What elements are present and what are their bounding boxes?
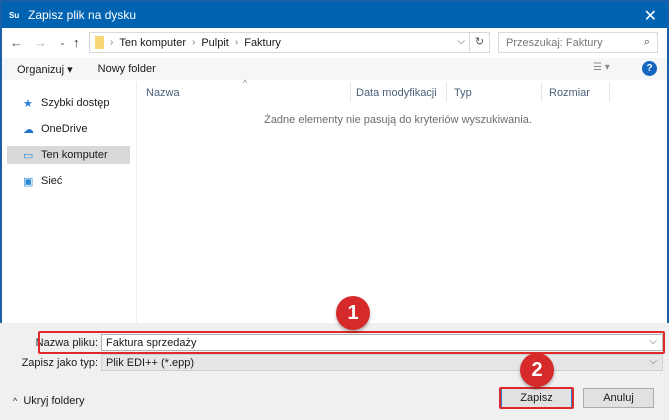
- sidebar-item-network[interactable]: ▣ Sieć: [7, 172, 130, 190]
- folder-icon: [95, 36, 104, 49]
- new-folder-button[interactable]: Nowy folder: [98, 63, 156, 75]
- chevron-up-icon: ^: [13, 396, 18, 406]
- breadcrumb-item[interactable]: Faktury: [244, 37, 281, 49]
- help-icon[interactable]: ?: [642, 61, 657, 76]
- sidebar-item-label: Sieć: [41, 175, 63, 187]
- sort-up-icon: ^: [243, 78, 248, 88]
- network-icon: ▣: [23, 175, 34, 188]
- chevron-down-icon[interactable]: ⌵: [649, 356, 657, 367]
- close-icon[interactable]: ✕: [644, 6, 657, 26]
- column-type[interactable]: Typ: [454, 87, 472, 99]
- sidebar-item-quick-access[interactable]: ★ Szybki dostęp: [7, 94, 130, 112]
- address-bar[interactable]: › Ten komputer › Pulpit › Faktury ⌵ ↻: [89, 32, 490, 53]
- annotation-badge-2: 2: [520, 353, 554, 387]
- file-type-select[interactable]: Plik EDI++ (*.epp) ⌵: [101, 354, 663, 371]
- hide-folders-label: Ukryj foldery: [23, 395, 85, 407]
- empty-message: Żadne elementy nie pasują do kryteriów w…: [264, 114, 532, 126]
- column-headers: Nazwa ^ Data modyfikacji Typ Rozmiar: [138, 78, 665, 104]
- column-date[interactable]: Data modyfikacji: [356, 87, 437, 99]
- annotation-badge-1: 1: [336, 296, 370, 330]
- sidebar-item-label: OneDrive: [41, 123, 88, 135]
- app-logo: Su: [9, 10, 20, 20]
- computer-icon: ▭: [23, 149, 34, 162]
- breadcrumb-item[interactable]: Ten komputer: [119, 37, 186, 49]
- star-icon: ★: [23, 97, 33, 110]
- forward-icon[interactable]: →: [34, 35, 47, 50]
- search-input[interactable]: Przeszukaj: Faktury ⌕: [498, 32, 658, 53]
- cloud-icon: ☁: [23, 123, 34, 136]
- sidebar-item-this-pc[interactable]: ▭ Ten komputer: [7, 146, 130, 164]
- back-icon[interactable]: ←: [10, 35, 23, 50]
- sidebar: ★ Szybki dostęp ☁ OneDrive ▭ Ten komputer ▣…: [2, 82, 137, 325]
- window-title: Zapisz plik na dysku: [28, 8, 137, 22]
- highlight-filename: [38, 331, 665, 354]
- sidebar-item-label: Szybki dostęp: [41, 97, 110, 109]
- refresh-icon[interactable]: ↻: [469, 33, 489, 52]
- sidebar-item-onedrive[interactable]: ☁ OneDrive: [7, 120, 130, 138]
- sidebar-item-label: Ten komputer: [41, 149, 108, 161]
- file-type-label: Zapisz jako typ:: [21, 357, 98, 369]
- search-icon: ⌕: [643, 36, 650, 48]
- recent-chevron-icon[interactable]: ⌄: [59, 38, 66, 47]
- hide-folders-button[interactable]: ^ Ukryj foldery: [13, 395, 84, 407]
- file-type-value: Plik EDI++ (*.epp): [106, 357, 195, 369]
- toolbar: Organizuj ▾ Nowy folder ☰ ▾ ?: [2, 58, 667, 80]
- highlight-save: [499, 387, 574, 409]
- column-size[interactable]: Rozmiar: [549, 87, 590, 99]
- title-bar: Su Zapisz plik na dysku ✕: [2, 2, 667, 28]
- up-icon[interactable]: ↑: [73, 35, 80, 50]
- navigation-bar: ← → ⌄ ↑ › Ten komputer › Pulpit › Faktury ⌵…: [2, 32, 667, 54]
- chevron-down-icon[interactable]: ⌵: [457, 36, 465, 47]
- view-options-icon[interactable]: ☰ ▾: [593, 62, 610, 73]
- breadcrumb-item[interactable]: Pulpit: [201, 37, 229, 49]
- organize-button[interactable]: Organizuj ▾: [17, 63, 73, 76]
- column-name[interactable]: Nazwa: [146, 87, 180, 99]
- search-placeholder: Przeszukaj: Faktury: [506, 37, 603, 49]
- cancel-button[interactable]: Anuluj: [583, 388, 654, 408]
